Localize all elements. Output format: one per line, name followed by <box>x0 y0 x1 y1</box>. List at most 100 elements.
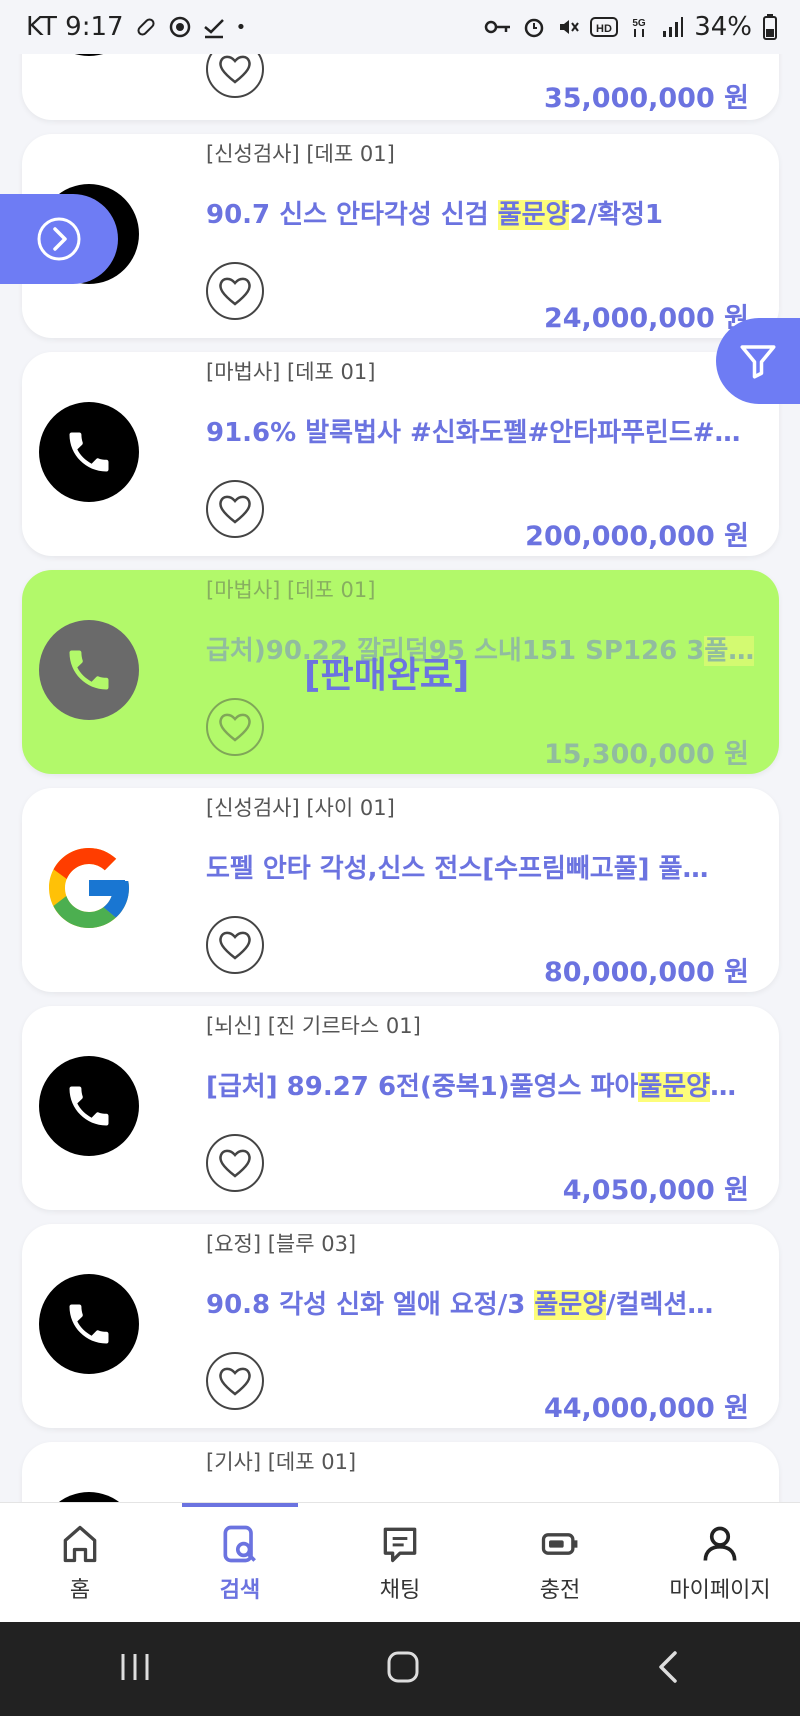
price: 80,000,000 원 <box>543 957 749 988</box>
heart-icon <box>219 55 251 84</box>
highlight-text: 풀문양 <box>497 200 570 230</box>
title-text: 90.7 신스 안타각성 신검 <box>206 200 498 230</box>
favorite-button[interactable] <box>206 262 264 320</box>
user-icon <box>703 1526 737 1561</box>
listing-title[interactable]: [급처] 89.27 6전(중복1)풀영스 파아풀문양… <box>206 1066 756 1103</box>
title-text: [급처] 89.27 6전(중복1)풀영스 파아 <box>206 1072 639 1102</box>
battery-charge-icon <box>541 1532 578 1555</box>
listing-card[interactable]: [요정] [블루 03] 90.8 각성 신화 엘애 요정/3 풀문양/컬렉션…… <box>22 1224 779 1428</box>
category-label: [뇌신] [진 기르타스 01] <box>206 1014 421 1038</box>
listing-card[interactable]: [신성검사] [데포 01] 90.7 신스 안타각성 신검 풀문양2/확정1 … <box>22 134 779 338</box>
heart-icon <box>219 495 251 524</box>
recent-apps-icon <box>121 1654 149 1680</box>
price: 15,300,000 원 <box>543 739 749 770</box>
listing-title[interactable]: 급처)90.22 깔리덤95 스내151 SP126 3풀… <box>206 630 756 667</box>
highlight-text: 풀문양 <box>638 1072 711 1102</box>
heart-icon <box>219 277 251 306</box>
heart-icon <box>219 931 251 960</box>
nav-chat[interactable]: 채팅 <box>320 1503 480 1622</box>
listing-title[interactable]: 91.6% 발록법사 #신화도펠#안타파푸린드#… <box>206 412 756 449</box>
listing-card-sold[interactable]: [마법사] [데포 01] 급처)90.22 깔리덤95 스내151 SP126… <box>22 570 779 774</box>
category-label: [요정] [블루 03] <box>206 1232 357 1256</box>
hd-icon: HD <box>590 17 619 37</box>
avatar <box>39 620 139 720</box>
back-button[interactable] <box>653 1650 683 1688</box>
chat-icon <box>383 1527 417 1562</box>
title-text: … <box>710 1072 737 1102</box>
nav-home-label: 홈 <box>69 1577 91 1603</box>
category-label: [마법사] [데포 01] <box>206 578 376 602</box>
pill-icon <box>137 18 155 36</box>
status-right: HD 5G 34% <box>484 12 778 42</box>
nav-chat-label: 채팅 <box>379 1577 421 1603</box>
record-icon <box>169 16 190 38</box>
price: 200,000,000 원 <box>525 521 749 552</box>
phone-icon <box>69 1304 109 1344</box>
avatar <box>39 1492 139 1502</box>
bottom-navigation: 홈 검색 채팅 충전 마이페이지 <box>0 1502 800 1622</box>
search-document-icon <box>223 1525 256 1562</box>
heart-icon <box>219 1367 251 1396</box>
google-icon <box>49 848 129 928</box>
category-label: [기사] [데포 01] <box>206 1450 357 1474</box>
favorite-button[interactable] <box>206 1352 264 1410</box>
nav-search-label: 검색 <box>219 1577 261 1603</box>
price: 35,000,000 원 <box>543 83 749 114</box>
nav-search[interactable]: 검색 <box>160 1503 320 1622</box>
listing-card[interactable]: [뇌신] [진 기르타스 01] [급처] 89.27 6전(중복1)풀영스 파… <box>22 1006 779 1210</box>
status-left: KT 9:17 • <box>26 12 246 42</box>
category-label: [신성검사] [사이 01] <box>206 796 395 820</box>
listing-card[interactable]: [마법사] [데포 01] 91.6% 발록법사 #신화도펠#안타파푸린드#… … <box>22 352 779 556</box>
favorite-button[interactable] <box>206 698 264 756</box>
phone-icon <box>69 432 109 472</box>
favorite-button[interactable] <box>206 480 264 538</box>
listing-card[interactable]: [기사] [데포 01] <box>22 1442 779 1502</box>
filter-icon <box>740 345 776 379</box>
back-icon <box>659 1651 678 1683</box>
expand-side-button[interactable] <box>0 194 118 284</box>
listing-card[interactable]: [신성검사] [사이 01] 도펠 안타 각성,신스 전스[수프림빼고풀] 풀…… <box>22 788 779 992</box>
phone-icon <box>69 1086 109 1126</box>
nav-home[interactable]: 홈 <box>0 1503 160 1622</box>
nav-mypage[interactable]: 마이페이지 <box>640 1503 800 1622</box>
highlight-text: 풀문양 <box>534 1290 607 1320</box>
heart-icon <box>219 1149 251 1178</box>
filter-button[interactable] <box>716 318 800 404</box>
listing-title[interactable]: 도펠 안타 각성,신스 전스[수프림빼고풀] 풀… <box>206 848 756 885</box>
category-label: [신성검사] [데포 01] <box>206 142 395 166</box>
nav-mypage-label: 마이페이지 <box>669 1577 771 1603</box>
sold-out-label: [판매완료] <box>304 655 470 696</box>
home-system-button[interactable] <box>386 1650 420 1688</box>
avatar <box>39 1056 139 1156</box>
recent-apps-button[interactable] <box>117 1650 153 1688</box>
svg-text:HD: HD <box>596 23 612 35</box>
listing-title[interactable]: 90.7 신스 안타각성 신검 풀문양2/확정1 <box>206 194 756 231</box>
home-icon <box>63 1525 97 1562</box>
battery-percent: 34% <box>694 12 752 42</box>
price: 4,050,000 원 <box>562 1175 749 1206</box>
mute-icon <box>560 20 580 34</box>
price: 24,000,000 원 <box>543 303 749 334</box>
avatar <box>39 402 139 502</box>
key-icon <box>484 20 511 34</box>
home-square-icon <box>387 1651 419 1683</box>
favorite-button[interactable] <box>206 1134 264 1192</box>
heart-icon <box>219 713 251 742</box>
alarm-icon <box>524 18 544 38</box>
5g-icon: 5G <box>633 18 646 37</box>
avatar <box>39 1274 139 1374</box>
listing-list[interactable]: 35,000,000 원 [신성검사] [데포 01] 90.7 신스 안타각성… <box>0 0 800 1502</box>
price: 44,000,000 원 <box>543 1393 749 1424</box>
phone-icon <box>69 650 109 690</box>
highlight-text: 풀… <box>704 636 755 666</box>
listing-title[interactable]: 90.8 각성 신화 엘애 요정/3 풀문양/컬렉션… <box>206 1284 756 1321</box>
nav-charge[interactable]: 충전 <box>480 1503 640 1622</box>
chevron-right-circle-icon <box>37 217 81 261</box>
avatar <box>39 838 139 938</box>
favorite-button[interactable] <box>206 916 264 974</box>
checkbox-icon <box>203 19 224 39</box>
title-text: 2/확정1 <box>569 200 664 230</box>
dot-icon: • <box>235 16 247 38</box>
title-text: /컬렉션… <box>606 1290 714 1320</box>
signal-icon <box>663 17 684 37</box>
